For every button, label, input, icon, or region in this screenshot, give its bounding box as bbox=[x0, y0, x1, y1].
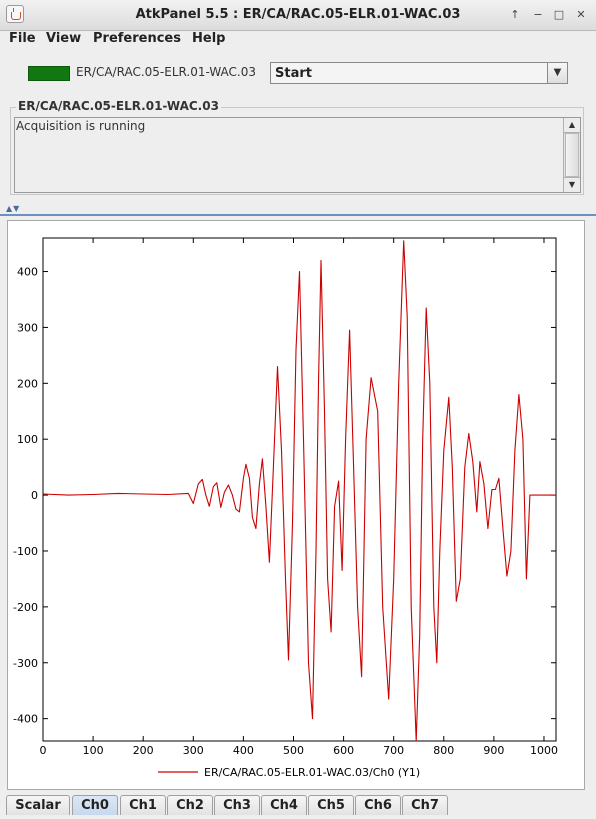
maximize-icon[interactable]: □ bbox=[551, 7, 567, 23]
tab-ch0[interactable]: Ch0 bbox=[72, 795, 118, 815]
series-line-ch0 bbox=[42, 240, 556, 742]
x-tick-label: 900 bbox=[483, 744, 504, 757]
tab-ch6[interactable]: Ch6 bbox=[355, 795, 401, 815]
menu-file[interactable]: File bbox=[9, 31, 36, 46]
split-pane-divider[interactable]: ▲▼ bbox=[0, 204, 596, 216]
y-tick-label: -400 bbox=[13, 713, 38, 726]
tab-ch4[interactable]: Ch4 bbox=[261, 795, 307, 815]
splitter-line bbox=[0, 214, 596, 216]
menubar: File View Preferences Help bbox=[0, 30, 596, 50]
y-tick-label: 0 bbox=[31, 489, 38, 502]
x-tick-label: 700 bbox=[383, 744, 404, 757]
y-tick-label: -300 bbox=[13, 657, 38, 670]
x-tick-label: 100 bbox=[83, 744, 104, 757]
status-textarea[interactable]: Acquisition is running ▲ ▼ bbox=[14, 117, 581, 193]
device-state-indicator bbox=[28, 66, 70, 81]
scroll-thumb[interactable] bbox=[565, 133, 579, 177]
x-tick-label: 200 bbox=[133, 744, 154, 757]
x-tick-label: 400 bbox=[233, 744, 254, 757]
status-scrollbar[interactable]: ▲ ▼ bbox=[563, 118, 580, 192]
close-icon[interactable]: ✕ bbox=[573, 7, 589, 23]
x-tick-label: 600 bbox=[333, 744, 354, 757]
channel-tabbar: Scalar Ch0 Ch1 Ch2 Ch3 Ch4 Ch5 Ch6 Ch7 bbox=[0, 793, 596, 819]
window-titlebar: AtkPanel 5.5 : ER/CA/RAC.05-ELR.01-WAC.0… bbox=[0, 0, 596, 31]
y-tick-label: -100 bbox=[13, 545, 38, 558]
scroll-up-icon[interactable]: ▲ bbox=[564, 118, 580, 133]
menu-preferences[interactable]: Preferences bbox=[93, 31, 181, 46]
y-tick-label: -200 bbox=[13, 601, 38, 614]
y-tick-label: 300 bbox=[17, 321, 38, 334]
waveform-chart: 0 100 200 300 400 500 600 700 800 900 1000-400-300… bbox=[13, 237, 558, 779]
tab-ch7[interactable]: Ch7 bbox=[402, 795, 448, 815]
minimize-icon[interactable]: − bbox=[530, 7, 546, 23]
x-tick-label: 0 bbox=[40, 744, 47, 757]
legend-label: ER/CA/RAC.05-ELR.01-WAC.03/Ch0 (Y1) bbox=[204, 766, 420, 779]
tab-ch2[interactable]: Ch2 bbox=[167, 795, 213, 815]
command-combobox[interactable]: Start ▼ bbox=[270, 62, 568, 84]
device-name-label: ER/CA/RAC.05-ELR.01-WAC.03 bbox=[76, 65, 257, 79]
y-tick-label: 200 bbox=[17, 377, 38, 390]
tab-ch1[interactable]: Ch1 bbox=[120, 795, 166, 815]
plot-frame bbox=[42, 237, 557, 742]
status-text: Acquisition is running bbox=[16, 119, 146, 133]
chart-panel: 0 100 200 300 400 500 600 700 800 900 1000 -400 -300… bbox=[7, 220, 585, 790]
x-tick-label: 500 bbox=[283, 744, 304, 757]
x-tick-label: 1000 bbox=[530, 744, 558, 757]
y-tick-label: 400 bbox=[17, 266, 38, 279]
tab-ch5[interactable]: Ch5 bbox=[308, 795, 354, 815]
chevron-down-icon[interactable]: ▼ bbox=[547, 63, 567, 83]
tab-ch3[interactable]: Ch3 bbox=[214, 795, 260, 815]
command-selected-value: Start bbox=[275, 66, 312, 81]
x-tick-label: 800 bbox=[433, 744, 454, 757]
shade-window-icon[interactable]: ↑ bbox=[507, 7, 523, 23]
menu-help[interactable]: Help bbox=[192, 31, 225, 46]
splitter-arrows-icon[interactable]: ▲▼ bbox=[6, 204, 20, 213]
y-tick-label: 100 bbox=[17, 433, 38, 446]
tab-scalar[interactable]: Scalar bbox=[6, 795, 70, 815]
x-tick-label: 300 bbox=[183, 744, 204, 757]
scroll-down-icon[interactable]: ▼ bbox=[564, 177, 580, 192]
menu-view[interactable]: View bbox=[46, 31, 81, 46]
status-group-title: ER/CA/RAC.05-ELR.01-WAC.03 bbox=[16, 99, 221, 113]
